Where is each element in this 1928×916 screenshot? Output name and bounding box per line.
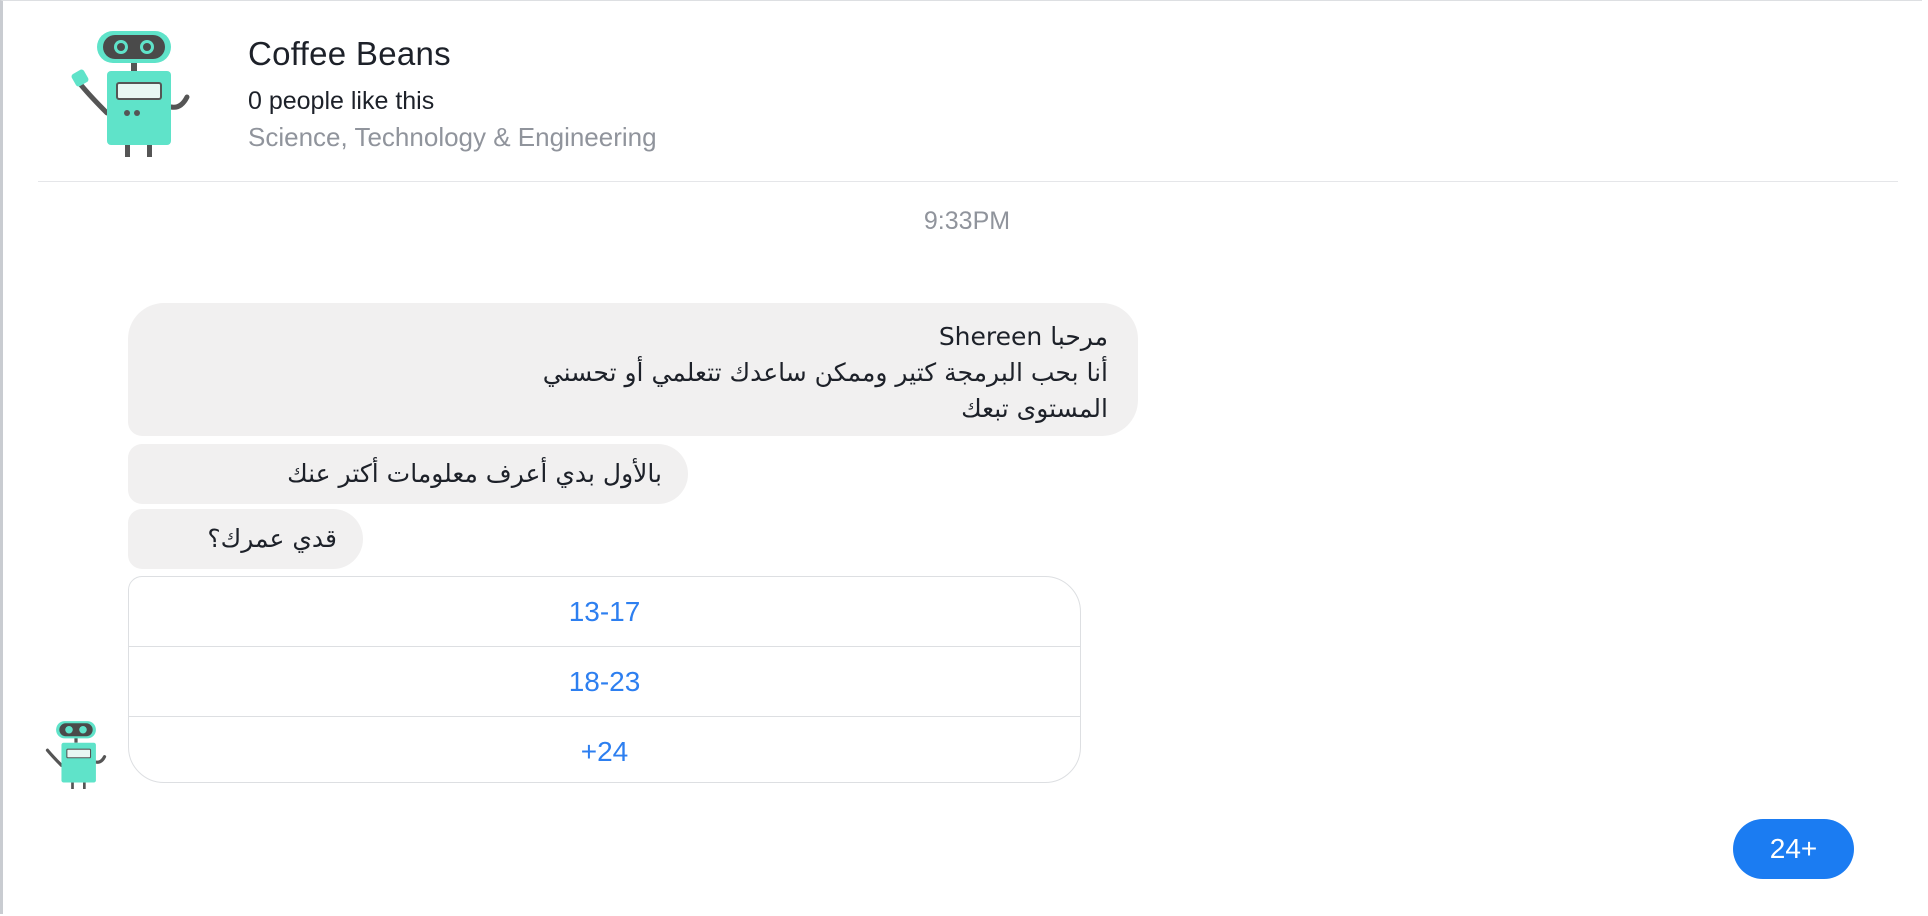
page-header: Coffee Beans 0 people like this Science,…: [63, 27, 1863, 157]
bot-message-question: قدي عمرك؟: [128, 509, 363, 569]
bot-message-greeting: مرحبا Shereen أنا بحب البرمجة كتير وممكن…: [128, 303, 1138, 436]
message-line: أنا بحب البرمجة كتير وممكن ساعدك تتعلمي …: [542, 358, 1108, 387]
likes-count: 0 people like this: [248, 87, 435, 115]
quick-reply-button[interactable]: 18-23: [129, 647, 1080, 717]
message-timestamp: 9:33PM: [923, 207, 1011, 235]
message-line: المستوى تبعك: [961, 394, 1108, 423]
message-line: مرحبا Shereen: [938, 322, 1108, 351]
page-category: Science, Technology & Engineering: [248, 122, 657, 152]
header-divider: [38, 181, 1898, 182]
robot-avatar-icon[interactable]: [69, 27, 199, 157]
quick-reply-button[interactable]: +24: [129, 717, 1080, 782]
bot-message-intro: بالأول بدي أعرف معلومات أكتر عنك: [128, 444, 688, 504]
quick-reply-button[interactable]: 13-17: [129, 577, 1080, 647]
user-message: 24+: [1733, 819, 1854, 879]
messenger-window: Coffee Beans 0 people like this Science,…: [0, 0, 1922, 914]
page-title[interactable]: Coffee Beans: [248, 35, 451, 73]
quick-replies-card: 13-17 18-23 +24: [128, 576, 1081, 783]
robot-avatar-icon: [45, 721, 107, 789]
